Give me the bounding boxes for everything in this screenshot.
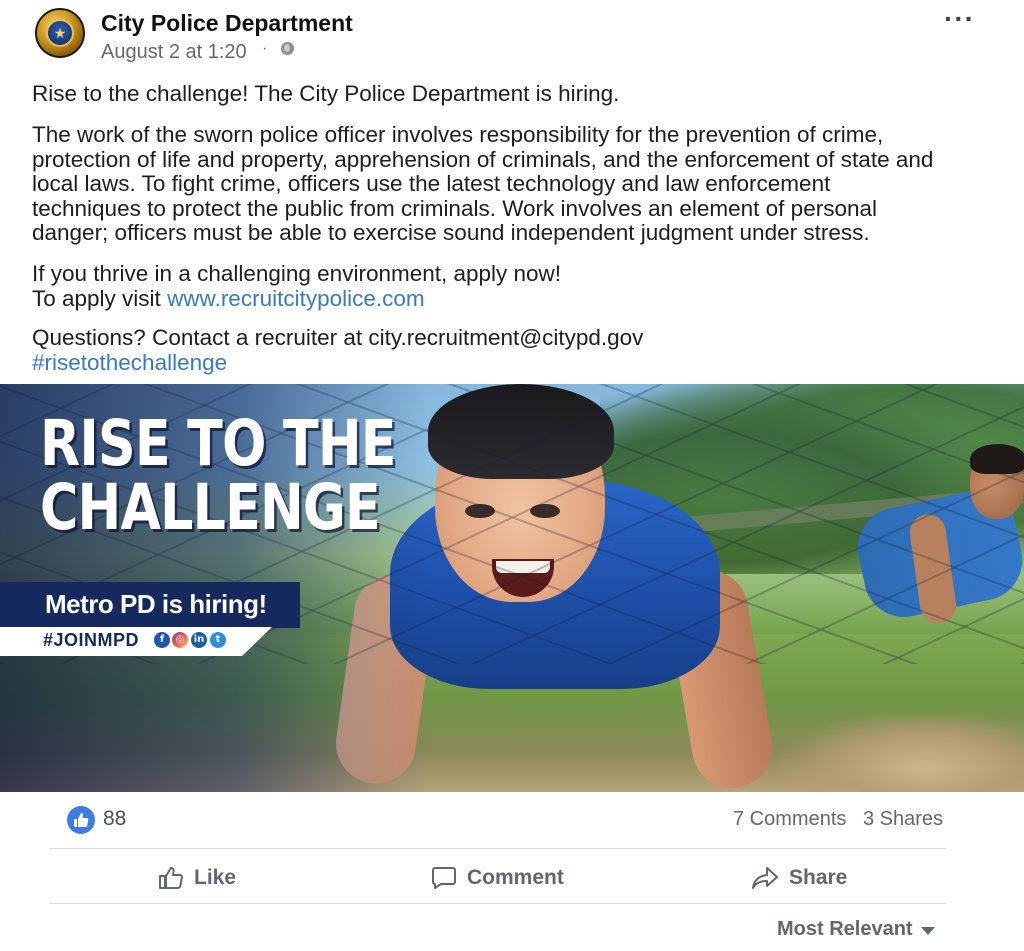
divider (50, 903, 946, 904)
twitter-icon: t (210, 632, 226, 648)
facebook-icon: f (154, 632, 170, 648)
post-text-description: The work of the sworn police officer inv… (32, 122, 1007, 246)
description-line: techniques to protect the public from cr… (32, 195, 877, 221)
image-headline: RISE TO THE CHALLENGE (40, 407, 396, 544)
badge-emblem: ★ (46, 19, 74, 47)
apply-link[interactable]: www.recruitcitypolice.com (167, 286, 425, 311)
post-text-intro: Rise to the challenge! The City Police D… (32, 81, 620, 106)
comment-button[interactable]: Comment (431, 862, 564, 894)
page-name[interactable]: City Police Department (101, 10, 353, 37)
apply-visit-line: To apply visit www.recruitcitypolice.com (32, 285, 1007, 312)
timestamp-separator: · (262, 40, 268, 57)
post-timestamp[interactable]: August 2 at 1:20 (101, 41, 247, 64)
description-line: protection of life and property, apprehe… (32, 146, 934, 172)
join-hashtag: #JOINMPD (43, 630, 140, 650)
headline-line: RISE TO THE (40, 407, 396, 480)
share-label: Share (789, 866, 848, 889)
apply-prefix: To apply visit (32, 285, 168, 311)
share-button[interactable]: Share (751, 862, 847, 894)
description-line: local laws. To fight crime, officers use… (32, 171, 831, 196)
more-options-button[interactable]: ··· (944, 5, 974, 34)
comments-sort-dropdown[interactable]: Most Relevant (777, 918, 935, 941)
headline-line: CHALLENGE (40, 471, 381, 544)
chevron-down-icon (920, 926, 935, 935)
comments-count[interactable]: 7 Comments (733, 808, 846, 831)
hashtag-link[interactable]: #risetothechallenge (32, 350, 1007, 376)
post-image[interactable]: RISE TO THE CHALLENGE Metro PD is hiring… (0, 384, 1024, 792)
divider (50, 848, 946, 849)
dirt-patch (780, 714, 1024, 792)
comment-bubble-icon (432, 867, 456, 889)
like-reaction-icon[interactable] (67, 806, 95, 834)
linkedin-icon: in (191, 632, 207, 648)
shares-count[interactable]: 3 Shares (863, 808, 943, 831)
description-line: danger; officers must be able to exercis… (32, 220, 870, 245)
instagram-icon: ◎ (172, 632, 188, 648)
hiring-text: Metro PD is hiring! (45, 589, 267, 619)
apply-line: If you thrive in a challenging environme… (32, 261, 562, 286)
thumbs-up-icon (159, 867, 183, 889)
page-avatar[interactable]: ★ (35, 8, 85, 58)
post-text-contact: Questions? Contact a recruiter at city.r… (32, 325, 1007, 376)
share-arrow-icon (752, 867, 778, 889)
contact-line: Questions? Contact a recruiter at city.r… (32, 325, 644, 350)
post-header: ★ City Police Department August 2 at 1:2… (0, 0, 1024, 78)
description-line: The work of the sworn police officer inv… (32, 122, 884, 147)
like-label: Like (194, 866, 237, 889)
like-button[interactable]: Like (158, 862, 236, 894)
more-options-icon: ··· (944, 3, 975, 34)
comment-label: Comment (467, 866, 564, 889)
globe-icon (281, 42, 294, 55)
like-count[interactable]: 88 (103, 807, 126, 831)
post-text-apply: If you thrive in a challenging environme… (32, 261, 1007, 312)
sort-label: Most Relevant (777, 918, 913, 940)
